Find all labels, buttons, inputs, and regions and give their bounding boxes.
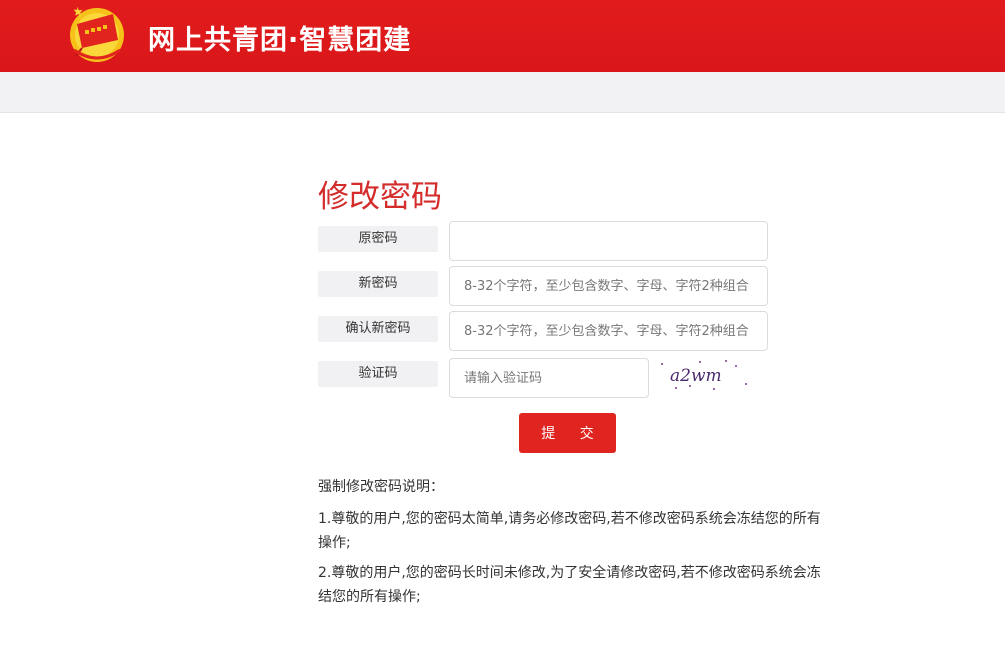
new-password-label: 新密码 <box>318 271 438 297</box>
new-password-input[interactable] <box>449 266 768 306</box>
confirm-password-input[interactable] <box>449 311 768 351</box>
submit-button[interactable]: 提 交 <box>519 413 616 453</box>
captcha-image[interactable]: a2wm <box>656 358 752 394</box>
old-password-input[interactable] <box>449 221 768 261</box>
notes-heading: 强制修改密码说明： <box>318 479 444 495</box>
site-header: 网上共青团·智慧团建 <box>0 0 1005 72</box>
captcha-text: a2wm <box>670 366 722 386</box>
old-password-label: 原密码 <box>318 226 438 252</box>
communist-youth-league-emblem-icon[interactable] <box>68 6 126 64</box>
note-item-2: 2.尊敬的用户,您的密码长时间未修改,为了安全请修改密码,若不修改密码系统会冻结… <box>318 565 821 605</box>
captcha-label: 验证码 <box>318 361 438 387</box>
note-item-1: 1.尊敬的用户,您的密码太简单,请务必修改密码,若不修改密码系统会冻结您的所有操… <box>318 511 821 551</box>
site-title: 网上共青团·智慧团建 <box>148 25 412 56</box>
confirm-password-label: 确认新密码 <box>318 316 438 342</box>
captcha-input[interactable] <box>449 358 649 398</box>
page-title: 修改密码 <box>318 179 442 215</box>
sub-navigation-bar <box>0 72 1005 113</box>
